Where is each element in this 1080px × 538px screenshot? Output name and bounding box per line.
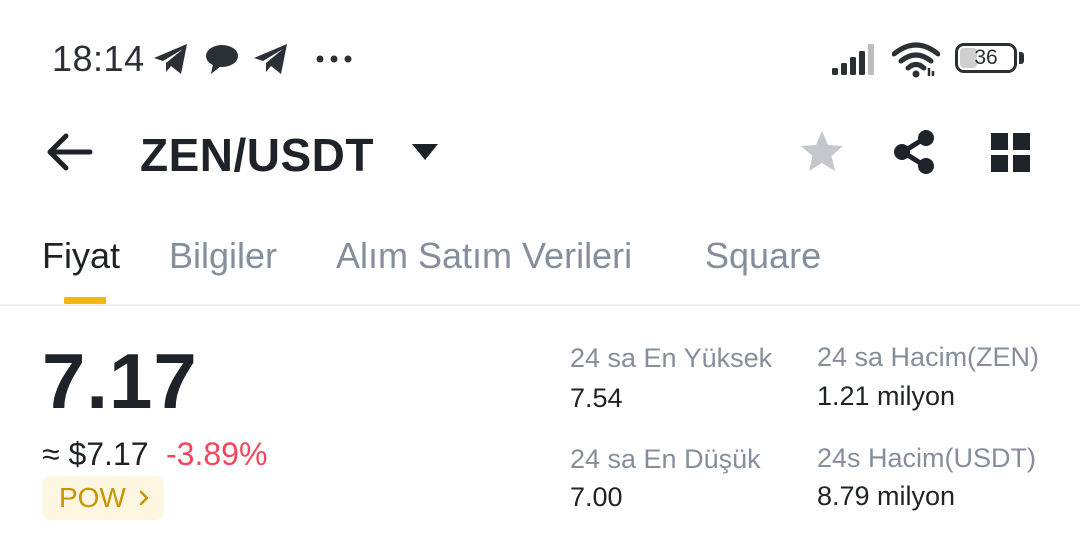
price-change-percent: -3.89% bbox=[166, 436, 268, 472]
stat-value-low: 7.00 bbox=[570, 482, 623, 512]
wifi-icon bbox=[892, 42, 940, 78]
header: ZEN/USDT bbox=[0, 110, 1080, 200]
tab-bar: Fiyat Bilgiler Alım Satım Verileri Squar… bbox=[0, 225, 1080, 305]
telegram-icon bbox=[154, 44, 187, 74]
signal-icon bbox=[832, 44, 874, 75]
share-icon[interactable] bbox=[892, 128, 938, 176]
battery-icon: 36 bbox=[955, 43, 1017, 73]
last-price: 7.17 bbox=[42, 337, 198, 425]
active-tab-indicator bbox=[64, 297, 106, 304]
status-time: 18:14 bbox=[52, 38, 145, 79]
back-arrow-icon[interactable] bbox=[44, 130, 94, 174]
status-bar: 18:14 36 bbox=[0, 0, 1080, 110]
stat-label-high: 24 sa En Yüksek bbox=[570, 343, 773, 373]
battery-tip bbox=[1019, 52, 1024, 64]
more-dots-icon bbox=[316, 55, 352, 63]
star-icon[interactable] bbox=[798, 128, 846, 176]
stat-value-volume-quote: 8.79 milyon bbox=[817, 481, 956, 511]
tab-alim-satim-verileri[interactable]: Alım Satım Verileri bbox=[336, 235, 632, 277]
battery-level: 36 bbox=[974, 46, 998, 69]
pair-title[interactable]: ZEN/USDT bbox=[140, 128, 374, 182]
telegram-icon bbox=[254, 44, 287, 74]
pow-tag[interactable]: POW bbox=[42, 476, 164, 520]
stat-value-volume-base: 1.21 milyon bbox=[817, 381, 956, 411]
chat-bubble-icon bbox=[206, 45, 238, 74]
divider bbox=[0, 304, 1080, 306]
tab-bilgiler[interactable]: Bilgiler bbox=[169, 235, 277, 277]
stat-label-low: 24 sa En Düşük bbox=[570, 444, 761, 474]
grid-icon[interactable] bbox=[990, 132, 1032, 174]
usd-price: ≈ $7.17 bbox=[42, 436, 149, 472]
stat-label-volume-quote: 24s Hacim(USDT) bbox=[817, 443, 1037, 473]
tab-fiyat[interactable]: Fiyat bbox=[42, 235, 120, 277]
tag-label: POW bbox=[59, 482, 126, 513]
stat-value-high: 7.54 bbox=[570, 383, 623, 413]
stat-label-volume-base: 24 sa Hacim(ZEN) bbox=[817, 342, 1040, 372]
chevron-right-icon bbox=[139, 490, 149, 506]
tab-square[interactable]: Square bbox=[705, 235, 821, 277]
caret-down-icon[interactable] bbox=[410, 140, 440, 164]
